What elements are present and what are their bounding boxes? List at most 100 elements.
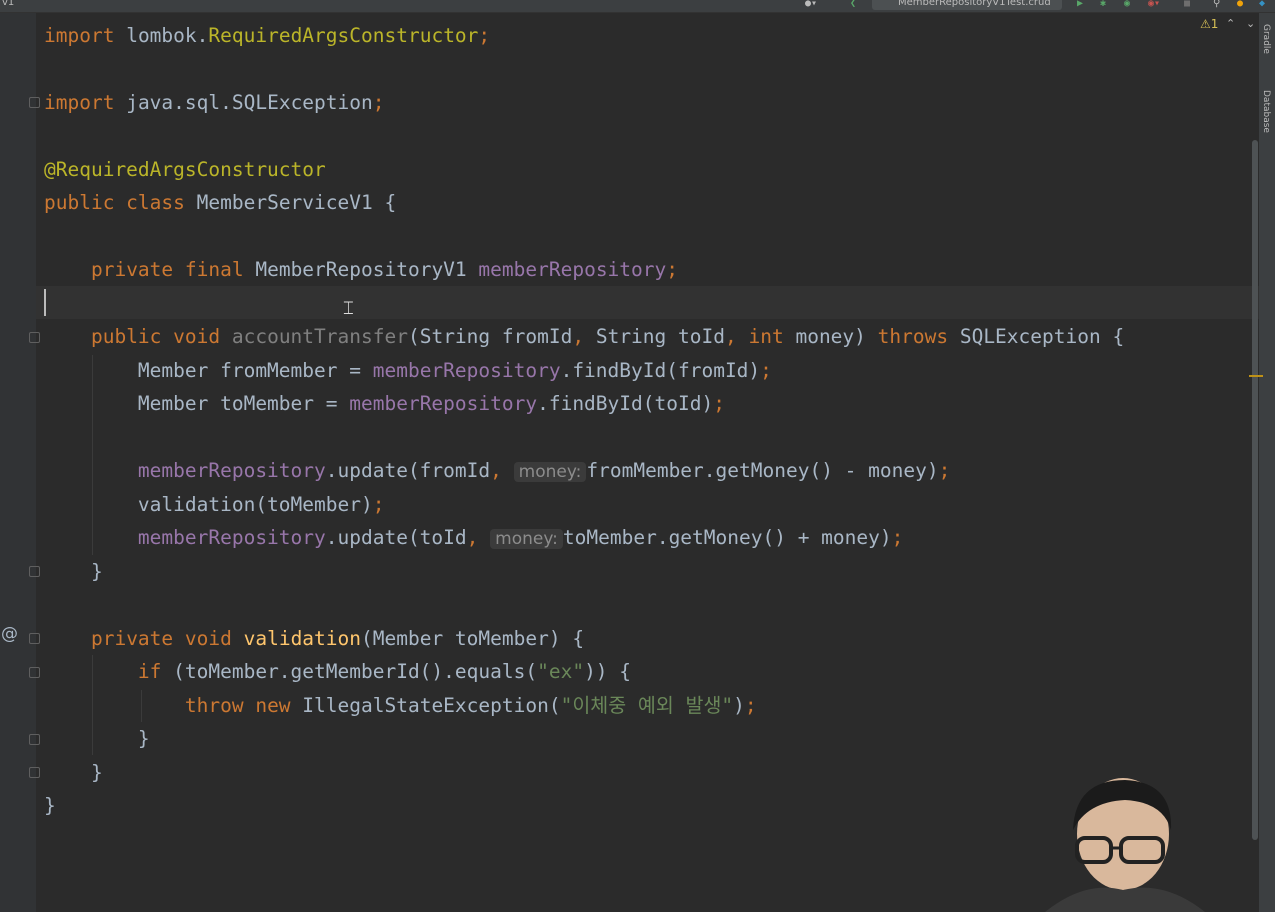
- code-token: "이체중 예외 발생": [560, 694, 734, 717]
- code-line[interactable]: public class MemberServiceV1 {: [44, 186, 396, 219]
- previous-highlight-icon[interactable]: ⌃: [1226, 17, 1235, 30]
- code-token: if: [137, 660, 162, 683]
- code-line[interactable]: }: [44, 722, 150, 755]
- stop-icon[interactable]: ■: [1184, 0, 1190, 9]
- back-arrow-icon[interactable]: ❮: [850, 0, 856, 9]
- ibeam-cursor-icon: ⌶: [343, 298, 354, 319]
- code-token: ,: [466, 526, 479, 549]
- code-line[interactable]: if (toMember.getMemberId().equals("ex"))…: [44, 655, 631, 688]
- code-token: ;: [372, 91, 385, 114]
- code-token: MemberRepositoryV1: [255, 258, 467, 281]
- profile-icon[interactable]: ◉▾: [1148, 0, 1160, 9]
- warning-count: 1: [1210, 17, 1219, 31]
- user-icon[interactable]: ●▾: [805, 0, 817, 9]
- code-line[interactable]: memberRepository.update(toId, money: toMe…: [44, 521, 903, 554]
- vertical-scrollbar[interactable]: [1252, 140, 1258, 840]
- run-configuration-select[interactable]: MemberRepositoryV1Test.crud: [872, 0, 1062, 10]
- run-icon[interactable]: ▶: [1077, 0, 1083, 9]
- fold-block-icon[interactable]: [29, 667, 40, 678]
- code-line[interactable]: }: [44, 756, 103, 789]
- code-token: accountTransfer: [231, 325, 408, 348]
- code-token: IllegalStateException(: [290, 694, 561, 717]
- code-line[interactable]: }: [44, 555, 103, 588]
- gradle-tab[interactable]: Gradle: [1261, 24, 1271, 54]
- code-token: ;: [760, 359, 772, 382]
- code-line[interactable]: private final MemberRepositoryV1 memberR…: [44, 253, 678, 286]
- code-token: validation: [243, 627, 362, 650]
- code-token: toMember.getMoney() + money): [562, 526, 892, 549]
- code-token: memberRepository: [137, 526, 326, 549]
- presenter-shirt: [1045, 887, 1205, 912]
- code-line[interactable]: import lombok.RequiredArgsConstructor;: [44, 19, 490, 52]
- fold-method-icon[interactable]: [29, 332, 40, 343]
- text-caret: [44, 289, 46, 316]
- window-title-fragment: v1: [2, 0, 15, 8]
- code-token: RequiredArgsConstructor: [208, 24, 479, 47]
- presenter-webcam: [1045, 778, 1205, 912]
- code-token: .findById(toId): [537, 392, 714, 415]
- code-token: import: [44, 91, 115, 114]
- code-line[interactable]: memberRepository.update(fromId, money: fr…: [44, 454, 950, 487]
- code-line[interactable]: }: [44, 789, 56, 822]
- right-tool-window-bar: [1259, 13, 1275, 912]
- code-token: validation(toMember): [137, 493, 373, 516]
- code-token: memberRepository: [372, 359, 561, 382]
- code-token: }: [44, 794, 56, 817]
- code-token: String toId: [584, 325, 725, 348]
- code-token: ;: [372, 493, 385, 516]
- code-token: memberRepository: [349, 392, 538, 415]
- code-token: }: [90, 560, 103, 583]
- fold-end-icon[interactable]: [29, 734, 40, 745]
- code-token: ;: [713, 392, 725, 415]
- code-token: fromMember.getMoney() - money): [586, 459, 939, 482]
- code-token: private final: [90, 258, 244, 281]
- warning-stripe-marker[interactable]: [1249, 375, 1263, 377]
- code-line[interactable]: private void validation(Member toMember)…: [44, 622, 584, 655]
- code-line[interactable]: import java.sql.SQLException;: [44, 86, 385, 119]
- code-token: memberRepository: [137, 459, 326, 482]
- code-token: ;: [891, 526, 904, 549]
- code-line[interactable]: throw new IllegalStateException("이체중 예외 …: [44, 689, 757, 722]
- override-marker-icon[interactable]: @: [1, 624, 18, 644]
- debug-icon[interactable]: ✱: [1100, 0, 1106, 9]
- code-token: }: [90, 761, 103, 784]
- current-line-highlight: [36, 286, 1259, 319]
- code-token: ;: [938, 459, 951, 482]
- code-line[interactable]: Member fromMember = memberRepository.fin…: [44, 354, 772, 387]
- warning-indicator[interactable]: ⚠1: [1200, 17, 1218, 31]
- code-token: lombok.: [126, 24, 209, 47]
- code-token: ,: [490, 459, 502, 482]
- fold-imports-icon[interactable]: [29, 97, 40, 108]
- code-token: .update(fromId: [325, 459, 491, 482]
- code-token: @RequiredArgsConstructor: [44, 158, 326, 181]
- top-toolbar: v1 ●▾ ❮ MemberRepositoryV1Test.crud ▶ ✱ …: [0, 0, 1275, 13]
- code-token: int: [748, 325, 784, 348]
- code-token: ;: [666, 258, 679, 281]
- code-token: public class: [44, 191, 185, 214]
- code-token: Member toMember =: [137, 392, 350, 415]
- plugin-icon[interactable]: ◆: [1259, 0, 1265, 9]
- update-icon[interactable]: ●: [1237, 0, 1243, 9]
- code-token: throw new: [184, 694, 291, 717]
- code-line[interactable]: Member toMember = memberRepository.findB…: [44, 387, 725, 420]
- parameter-hint: money:: [490, 529, 563, 549]
- code-line[interactable]: validation(toMember);: [44, 488, 385, 521]
- database-tab[interactable]: Database: [1261, 90, 1271, 133]
- search-icon[interactable]: ⚲: [1213, 0, 1220, 9]
- code-token: throws: [877, 325, 949, 348]
- code-line[interactable]: @RequiredArgsConstructor: [44, 153, 326, 186]
- code-line[interactable]: public void accountTransfer(String fromI…: [44, 320, 1124, 353]
- code-token: memberRepository: [478, 258, 667, 281]
- code-token: (String fromId: [407, 325, 573, 348]
- code-token: ): [733, 694, 745, 717]
- code-token: (Member toMember) {: [361, 627, 585, 650]
- fold-end-icon[interactable]: [29, 566, 40, 577]
- fold-end-icon[interactable]: [29, 767, 40, 778]
- coverage-icon[interactable]: ◉: [1124, 0, 1130, 9]
- code-token: (toMember.getMemberId().equals(: [161, 660, 538, 683]
- code-token: import: [44, 24, 115, 47]
- next-highlight-icon[interactable]: ⌄: [1246, 17, 1255, 30]
- code-token: .update(toId: [325, 526, 467, 549]
- code-token: java.sql.SQLException: [126, 91, 373, 114]
- fold-method-icon[interactable]: [29, 633, 40, 644]
